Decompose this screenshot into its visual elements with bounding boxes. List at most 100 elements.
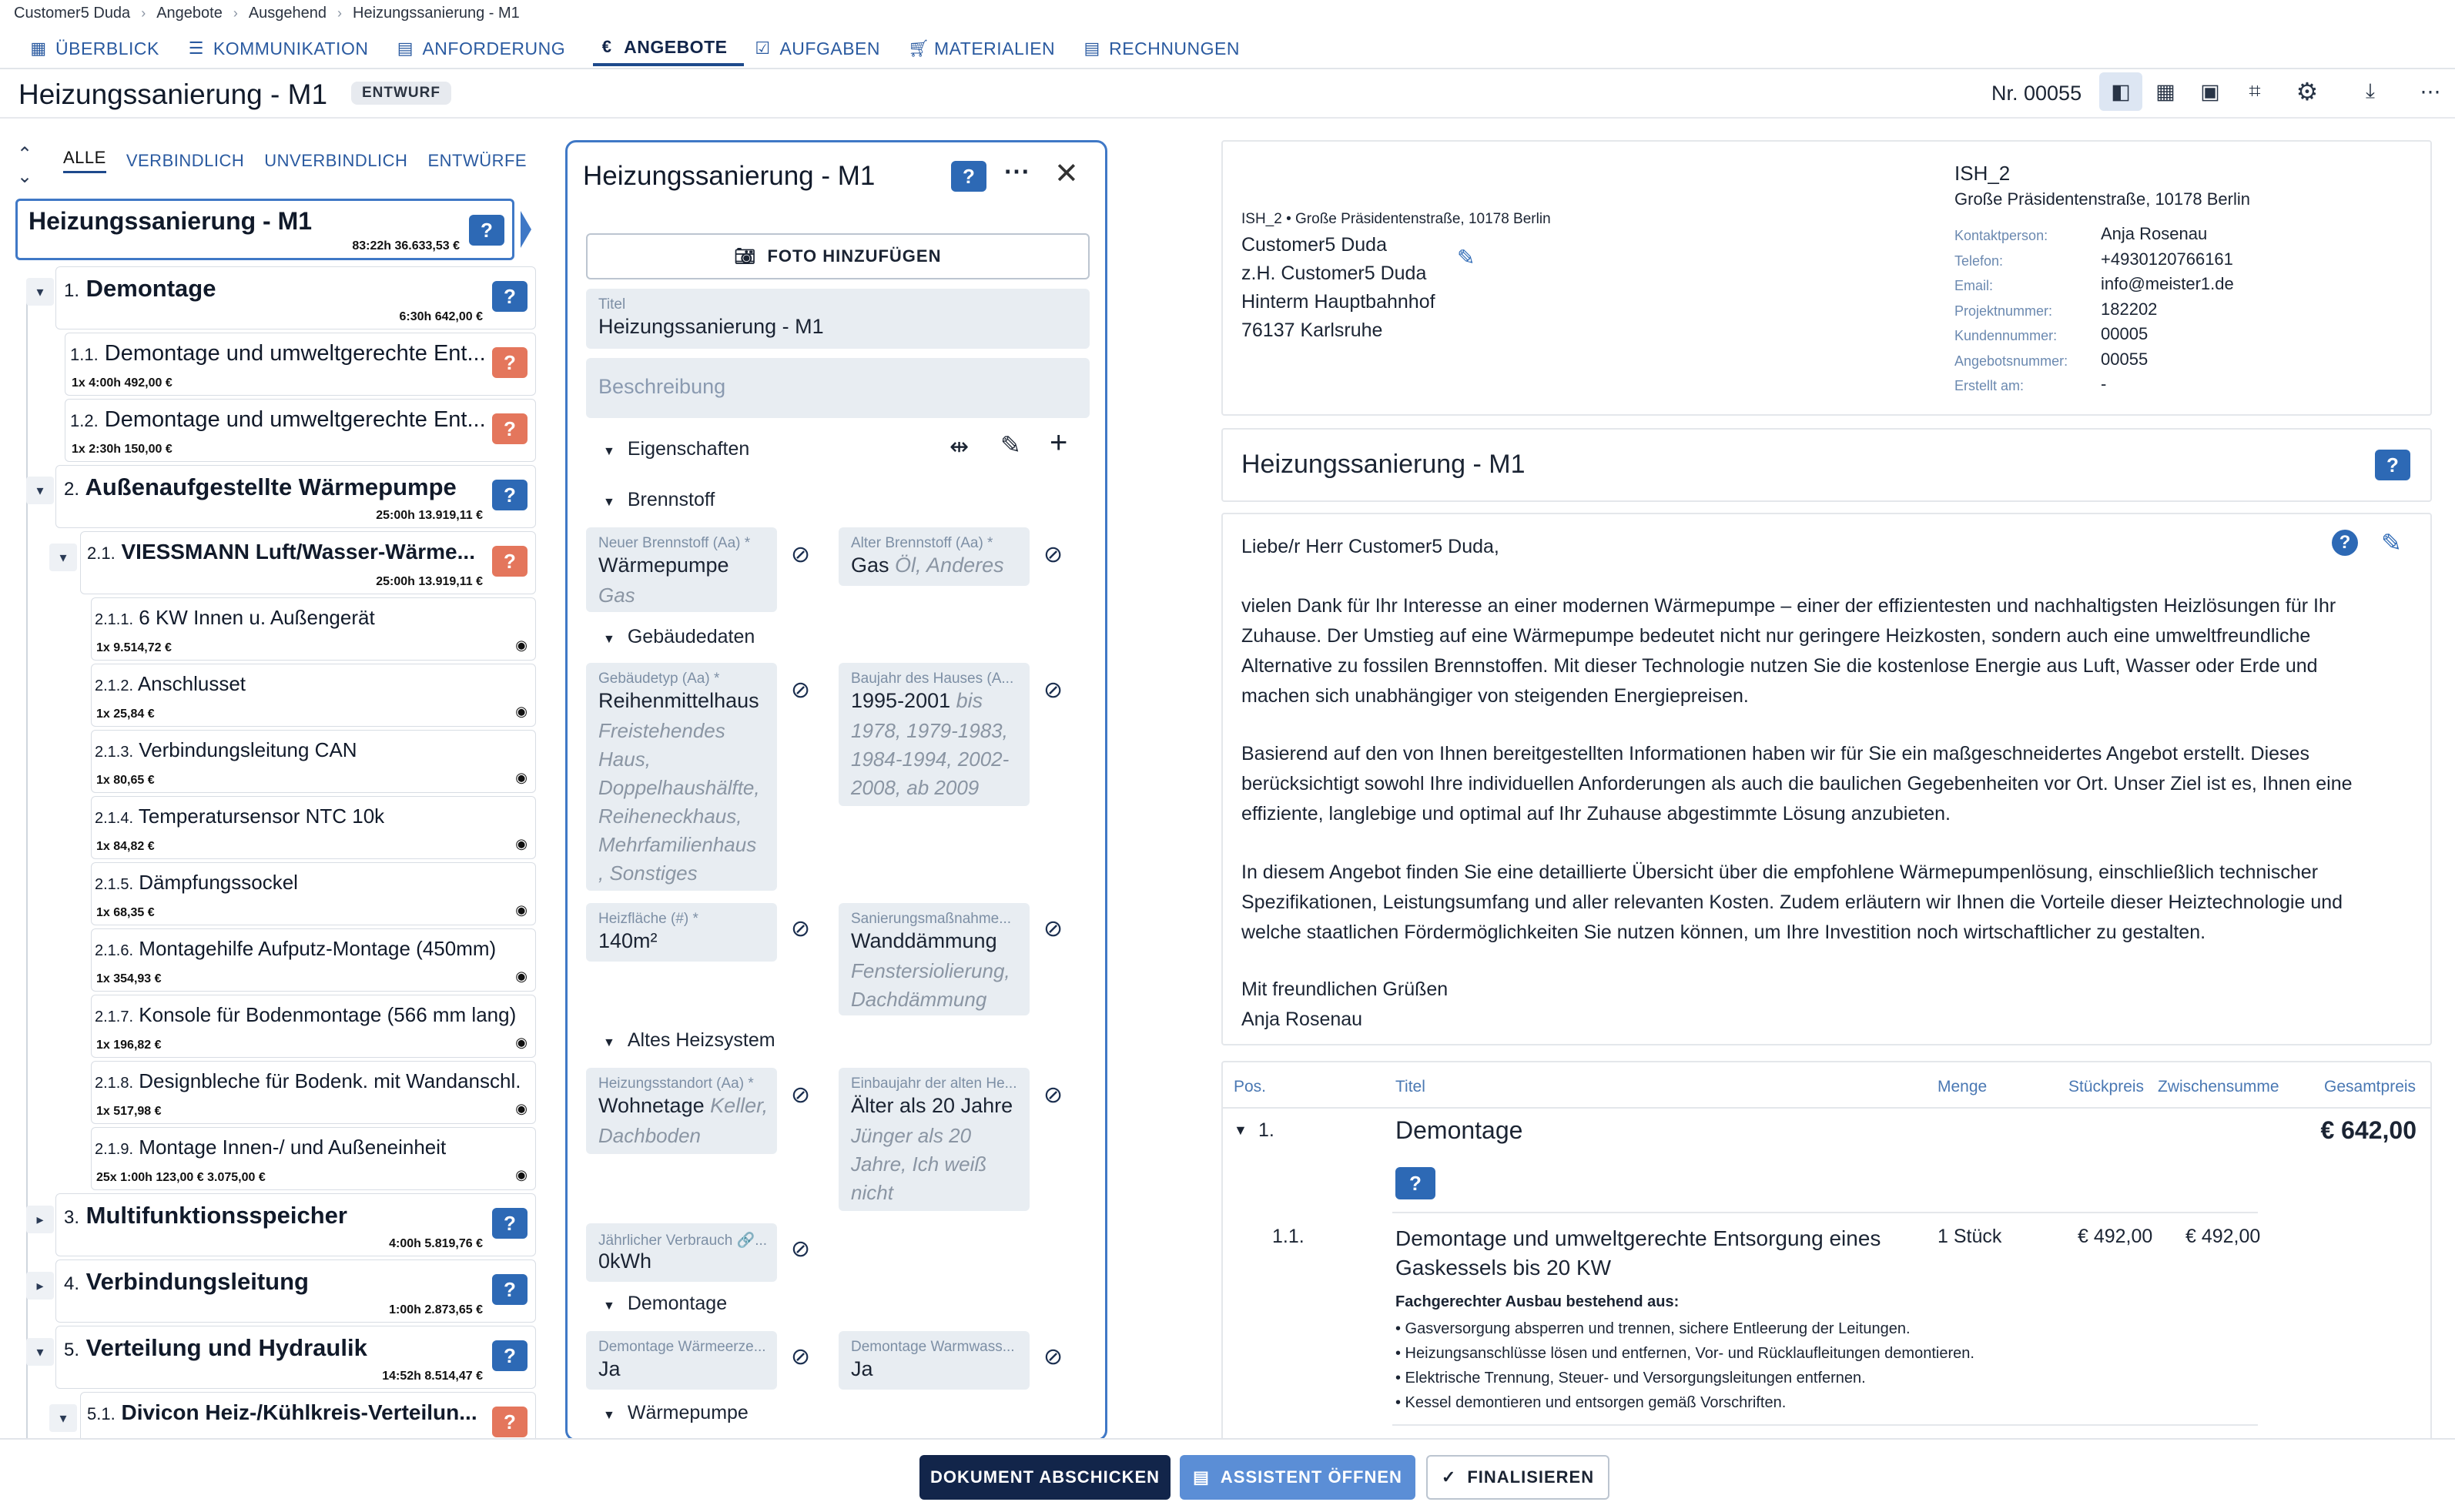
tree-node-1-1[interactable]: 1.1. Demontage und umweltgerechte Ent...… bbox=[65, 333, 536, 396]
question-warning-icon[interactable]: ? bbox=[492, 546, 528, 577]
question-icon[interactable]: ? bbox=[492, 480, 528, 510]
tree-root-node[interactable]: Heizungssanierung - M1 83:22h 36.633,53 … bbox=[15, 199, 514, 260]
breadcrumb-customer[interactable]: Customer5 Duda bbox=[14, 5, 130, 22]
tree-node-2-1-3[interactable]: 2.1.3. Verbindungsleitung CAN 1x 80,65 €… bbox=[91, 730, 536, 793]
tree-node-2-1[interactable]: 2.1. VIESSMANN Luft/Wasser-Wärme... 25:0… bbox=[80, 531, 536, 594]
building-type-field[interactable]: Gebäudetyp (Aa) * Reihenmittelhaus Freis… bbox=[586, 663, 777, 891]
more-options-icon[interactable]: ⋯ bbox=[2409, 72, 2452, 111]
hide-eye-icon[interactable]: ⊘ bbox=[1043, 1343, 1063, 1370]
collapse-caret-icon[interactable]: ▾ bbox=[26, 1338, 54, 1366]
dismantle-heater-field[interactable]: Demontage Wärmeerze... Ja bbox=[586, 1331, 777, 1390]
section-fuel[interactable]: ▼ Brennstoff bbox=[603, 489, 715, 511]
question-icon[interactable]: ? bbox=[2375, 450, 2410, 480]
tab-invoices[interactable]: ▤ RECHNUNGEN bbox=[1083, 31, 1258, 66]
tree-node-waermepumpe[interactable]: 2. Außenaufgestellte Wärmepumpe 25:00h 1… bbox=[55, 465, 536, 528]
tree-node-5-1[interactable]: 5.1. Divicon Heiz-/Kühlkreis-Verteilun..… bbox=[80, 1392, 536, 1438]
collapse-caret-icon[interactable]: ▾ bbox=[49, 1404, 77, 1432]
question-icon[interactable]: ? bbox=[492, 1340, 528, 1371]
annual-consumption-field[interactable]: Jährlicher Verbrauch 🔗... 0kWh bbox=[586, 1223, 777, 1282]
install-year-field[interactable]: Einbaujahr der alten He... Älter als 20 … bbox=[839, 1068, 1030, 1211]
tab-tasks[interactable]: ☑ AUFGABEN bbox=[753, 31, 899, 66]
expand-caret-icon[interactable]: ▸ bbox=[26, 1206, 54, 1233]
visibility-icon[interactable]: ◉ bbox=[515, 902, 528, 918]
tree-node-verbindungsleitung[interactable]: 4. Verbindungsleitung 1:00h 2.873,65 € ? bbox=[55, 1259, 536, 1323]
tree-node-2-1-4[interactable]: 2.1.4. Temperatursensor NTC 10k 1x 84,82… bbox=[91, 796, 536, 859]
hide-eye-icon[interactable]: ⊘ bbox=[791, 1343, 810, 1370]
heated-area-field[interactable]: Heizfläche (#) * 140m² bbox=[586, 903, 777, 962]
description-field[interactable]: Beschreibung bbox=[586, 358, 1090, 418]
tab-requirements[interactable]: ▤ ANFORDERUNG bbox=[396, 31, 584, 66]
close-icon[interactable]: ✕ bbox=[1054, 156, 1079, 191]
visibility-icon[interactable]: ◉ bbox=[515, 1035, 528, 1051]
hide-eye-icon[interactable]: ⊘ bbox=[791, 915, 810, 942]
old-fuel-field[interactable]: Alter Brennstoff (Aa) * Gas Öl, Anderes bbox=[839, 527, 1030, 586]
visibility-icon[interactable]: ◉ bbox=[515, 968, 528, 985]
visibility-icon[interactable]: ◉ bbox=[515, 1167, 528, 1183]
question-warning-icon[interactable]: ? bbox=[492, 347, 528, 378]
settings-gear-icon[interactable]: ⚙ bbox=[2286, 72, 2329, 111]
help-icon[interactable]: ? bbox=[2332, 530, 2358, 556]
collapse-all-icon[interactable]: ⌃ ⌄ bbox=[17, 143, 32, 188]
filter-binding[interactable]: VERBINDLICH bbox=[126, 151, 244, 171]
filter-drafts[interactable]: ENTWÜRFE bbox=[427, 151, 527, 171]
tree-node-2-1-9[interactable]: 2.1.9. Montage Innen-/ und Außeneinheit … bbox=[91, 1127, 536, 1190]
add-icon[interactable]: + bbox=[1050, 426, 1067, 460]
tree-node-2-1-8[interactable]: 2.1.8. Designbleche für Bodenk. mit Wand… bbox=[91, 1061, 536, 1124]
section-properties[interactable]: ▼ Eigenschaften bbox=[603, 438, 749, 460]
title-field[interactable]: Titel Heizungssanierung - M1 bbox=[586, 289, 1090, 349]
hide-eye-icon[interactable]: ⊘ bbox=[1043, 915, 1063, 942]
question-icon[interactable]: ? bbox=[492, 1274, 528, 1305]
hide-eye-icon[interactable]: ⊘ bbox=[1043, 677, 1063, 704]
breadcrumb-outgoing[interactable]: Ausgehend bbox=[249, 5, 327, 22]
finalize-button[interactable]: ✓ FINALISIEREN bbox=[1426, 1455, 1609, 1500]
dismantle-water-field[interactable]: Demontage Warmwass... Ja bbox=[839, 1331, 1030, 1390]
collapse-caret-icon[interactable]: ▼ bbox=[1234, 1122, 1248, 1139]
tree-node-2-1-5[interactable]: 2.1.5. Dämpfungssockel 1x 68,35 € ◉ bbox=[91, 862, 536, 925]
edit-pencil-icon[interactable]: ✎ bbox=[1457, 245, 1475, 270]
visibility-icon[interactable]: ◉ bbox=[515, 704, 528, 720]
open-assistant-button[interactable]: ▤ ASSISTENT ÖFFNEN bbox=[1180, 1455, 1415, 1500]
visibility-icon[interactable]: ◉ bbox=[515, 770, 528, 786]
section-building[interactable]: ▼ Gebäudedaten bbox=[603, 626, 755, 648]
preview-icon[interactable]: ▣ bbox=[2189, 72, 2232, 111]
filter-nonbinding[interactable]: UNVERBINDLICH bbox=[264, 151, 407, 171]
visibility-icon[interactable]: ◉ bbox=[515, 1101, 528, 1117]
question-icon[interactable]: ? bbox=[951, 161, 986, 192]
visibility-icon[interactable]: ◉ bbox=[515, 836, 528, 852]
split-view-icon[interactable]: ◧ bbox=[2099, 72, 2142, 111]
tree-node-2-1-1[interactable]: 2.1.1. 6 KW Innen u. Außengerät 1x 9.514… bbox=[91, 597, 536, 661]
tree-node-2-1-7[interactable]: 2.1.7. Konsole für Bodenmontage (566 mm … bbox=[91, 995, 536, 1058]
question-icon[interactable]: ? bbox=[1395, 1167, 1435, 1199]
filter-all[interactable]: ALLE bbox=[63, 148, 106, 173]
hide-eye-icon[interactable]: ⊘ bbox=[1043, 541, 1063, 568]
renovation-field[interactable]: Sanierungsmaßnahme... Wanddämmung Fenste… bbox=[839, 903, 1030, 1015]
download-icon[interactable]: ⤓ bbox=[2349, 72, 2392, 111]
edit-pencil-icon[interactable]: ✎ bbox=[2381, 528, 2402, 557]
collapse-caret-icon[interactable]: ▾ bbox=[26, 477, 54, 504]
tree-node-2-1-2[interactable]: 2.1.2. Anschlusset 1x 25,84 € ◉ bbox=[91, 664, 536, 727]
question-icon[interactable]: ? bbox=[492, 1208, 528, 1239]
section-heatpump[interactable]: ▼ Wärmepumpe bbox=[603, 1402, 749, 1424]
question-warning-icon[interactable]: ? bbox=[492, 413, 528, 444]
hide-eye-icon[interactable]: ⊘ bbox=[1043, 1082, 1063, 1109]
expand-caret-icon[interactable]: ▸ bbox=[26, 1272, 54, 1300]
hide-eye-icon[interactable]: ⊘ bbox=[791, 541, 810, 568]
question-icon[interactable]: ? bbox=[492, 281, 528, 312]
tree-node-demontage[interactable]: 1. Demontage 6:30h 642,00 € ? bbox=[55, 266, 536, 329]
more-options-icon[interactable]: ⋯ bbox=[1003, 156, 1030, 187]
year-built-field[interactable]: Baujahr des Hauses (A... 1995-2001 bis 1… bbox=[839, 663, 1030, 806]
visibility-icon[interactable]: ◉ bbox=[515, 637, 528, 654]
new-fuel-field[interactable]: Neuer Brennstoff (Aa) * Wärmepumpe Gas bbox=[586, 527, 777, 612]
hide-eye-icon[interactable]: ⊘ bbox=[791, 677, 810, 704]
tree-node-verteilung[interactable]: 5. Verteilung und Hydraulik 14:52h 8.514… bbox=[55, 1326, 536, 1389]
tab-overview[interactable]: ▦ ÜBERBLICK bbox=[29, 31, 178, 66]
tree-node-1-2[interactable]: 1.2. Demontage und umweltgerechte Ent...… bbox=[65, 399, 536, 462]
edit-pencil-icon[interactable]: ✎ bbox=[1000, 430, 1021, 460]
heating-location-field[interactable]: Heizungsstandort (Aa) * Wohnetage Keller… bbox=[586, 1068, 777, 1154]
add-photo-button[interactable]: 📷︎ FOTO HINZUFÜGEN bbox=[586, 233, 1090, 279]
question-warning-icon[interactable]: ? bbox=[492, 1407, 528, 1437]
tab-communication[interactable]: ☰ KOMMUNIKATION bbox=[187, 31, 387, 66]
tree-node-2-1-6[interactable]: 2.1.6. Montagehilfe Aufputz-Montage (450… bbox=[91, 928, 536, 992]
collapse-caret-icon[interactable]: ▾ bbox=[49, 544, 77, 571]
tab-materials[interactable]: 🛒︎ MATERIALIEN bbox=[908, 31, 1073, 66]
